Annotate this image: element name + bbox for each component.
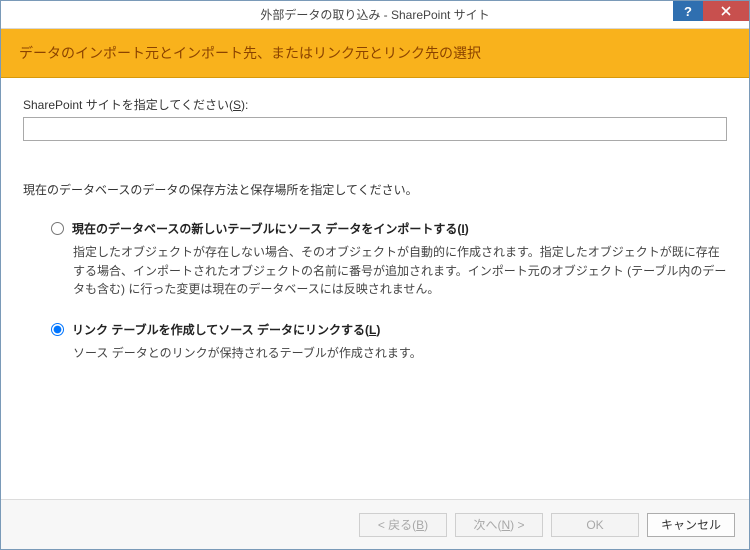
option-link-row[interactable]: リンク テーブルを作成してソース データにリンクする(L): [51, 321, 727, 338]
wizard-heading: データのインポート元とインポート先、またはリンク元とリンク先の選択: [19, 45, 481, 61]
site-address-label: SharePoint サイトを指定してください(S):: [23, 96, 727, 113]
option-import-desc: 指定したオブジェクトが存在しない場合、そのオブジェクトが自動的に作成されます。指…: [73, 243, 727, 299]
storage-instruction: 現在のデータベースのデータの保存方法と保存場所を指定してください。: [23, 181, 727, 198]
option-link-label: リンク テーブルを作成してソース データにリンクする(L): [72, 321, 380, 338]
footer: < 戻る(B) 次へ(N) > OK キャンセル: [1, 499, 749, 549]
option-import: 現在のデータベースの新しいテーブルにソース データをインポートする(I) 指定し…: [51, 220, 727, 299]
titlebar: 外部データの取り込み - SharePoint サイト ?: [1, 1, 749, 29]
titlebar-controls: ?: [673, 1, 749, 29]
close-button[interactable]: [703, 1, 749, 21]
option-link-desc: ソース データとのリンクが保持されるテーブルが作成されます。: [73, 344, 727, 363]
cancel-button[interactable]: キャンセル: [647, 513, 735, 537]
help-button[interactable]: ?: [673, 1, 703, 21]
dialog-window: 外部データの取り込み - SharePoint サイト ? データのインポート元…: [0, 0, 750, 550]
option-link: リンク テーブルを作成してソース データにリンクする(L) ソース データとのリ…: [51, 321, 727, 363]
back-button[interactable]: < 戻る(B): [359, 513, 447, 537]
next-button[interactable]: 次へ(N) >: [455, 513, 543, 537]
wizard-banner: データのインポート元とインポート先、またはリンク元とリンク先の選択: [1, 29, 749, 78]
close-icon: [721, 6, 731, 16]
content-area: SharePoint サイトを指定してください(S): 現在のデータベースのデー…: [1, 78, 749, 499]
option-import-row[interactable]: 現在のデータベースの新しいテーブルにソース データをインポートする(I): [51, 220, 727, 237]
site-address-input[interactable]: [23, 117, 727, 141]
option-link-radio[interactable]: [51, 323, 64, 336]
option-import-radio[interactable]: [51, 222, 64, 235]
ok-button[interactable]: OK: [551, 513, 639, 537]
option-import-label: 現在のデータベースの新しいテーブルにソース データをインポートする(I): [72, 220, 469, 237]
window-title: 外部データの取り込み - SharePoint サイト: [1, 6, 749, 23]
